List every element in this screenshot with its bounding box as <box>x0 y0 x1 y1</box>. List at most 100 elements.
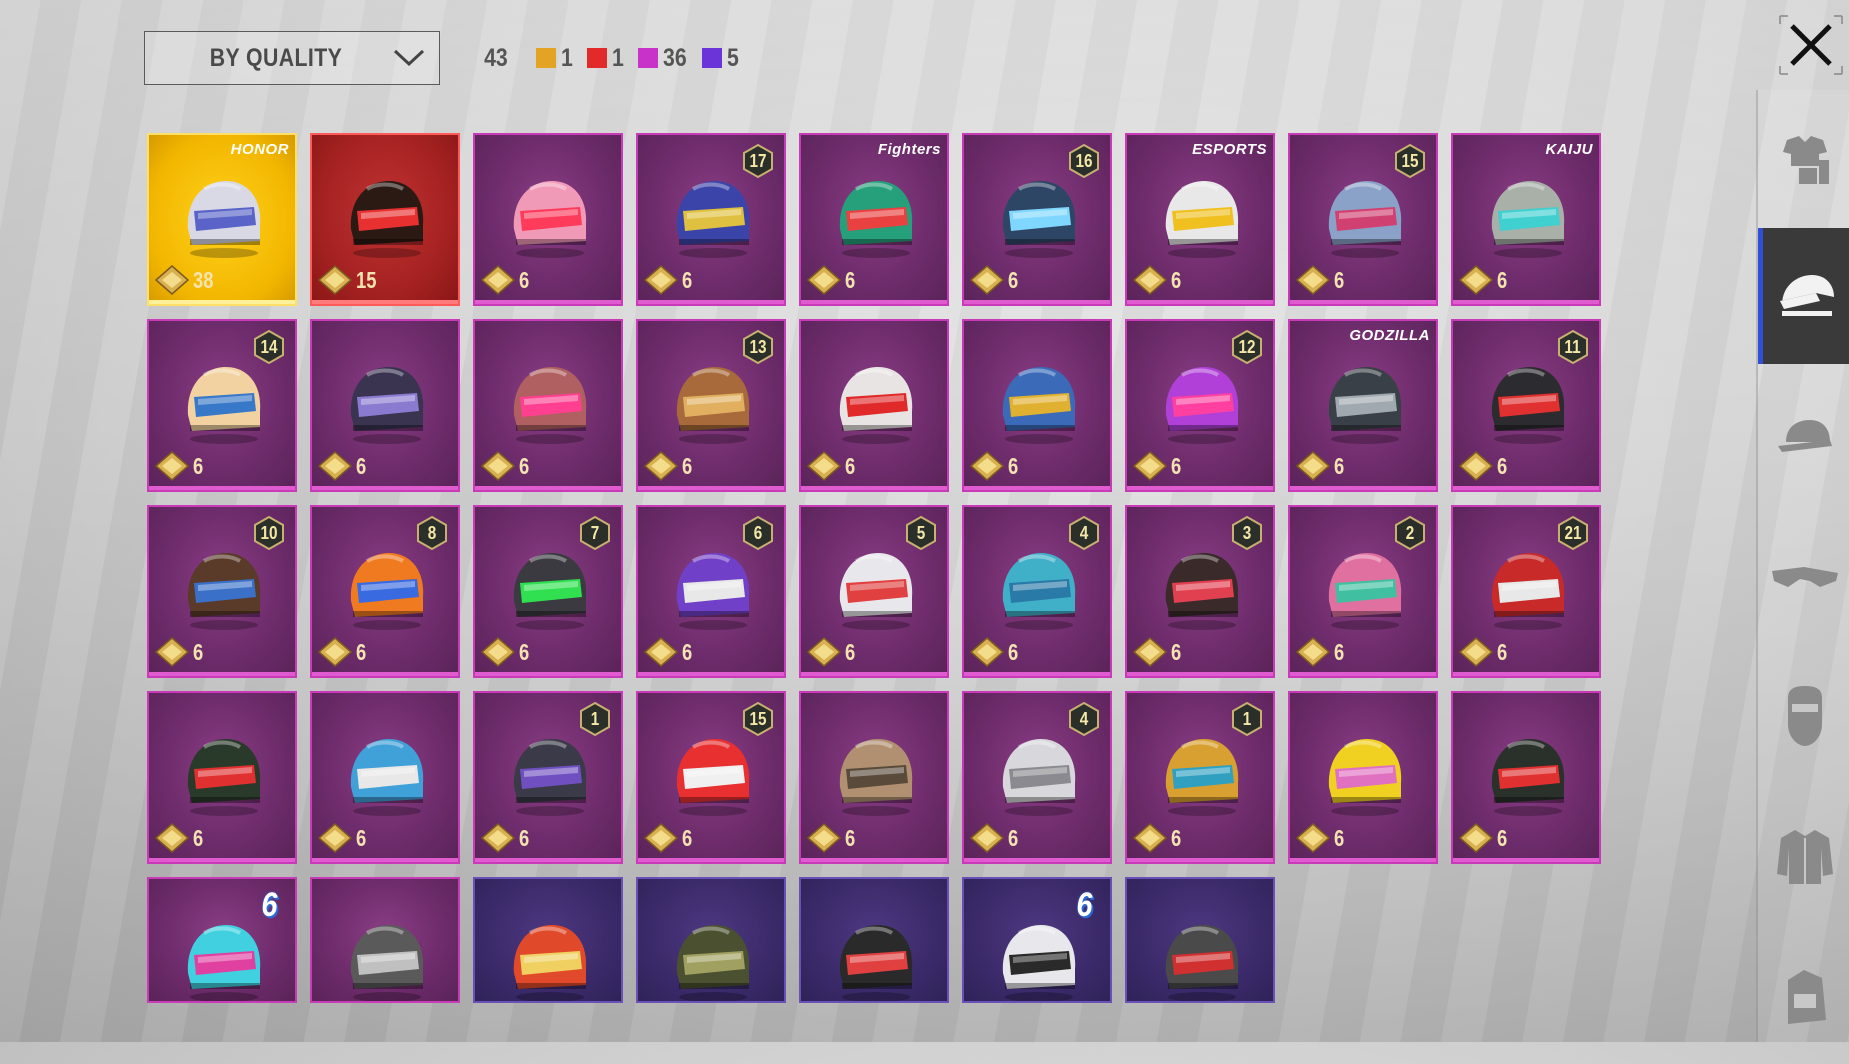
item-tile[interactable]: 6 <box>473 319 623 492</box>
currency-icon <box>644 451 678 481</box>
epic-count: 36 <box>662 43 687 72</box>
item-tile[interactable]: 6 <box>1288 691 1438 864</box>
brand-logo: ESPORTS <box>1192 141 1267 158</box>
item-tile[interactable]: HONOR 38 <box>147 133 297 306</box>
quality-strip <box>1453 858 1599 862</box>
currency-icon <box>970 823 1004 853</box>
item-tile[interactable]: 36 <box>1125 505 1275 678</box>
quality-filter-dropdown[interactable]: BY QUALITY <box>144 31 440 85</box>
price-value: 38 <box>193 266 214 293</box>
sidebar-item-glasses[interactable] <box>1758 508 1849 644</box>
item-tile[interactable]: 15 6 <box>636 691 786 864</box>
price-value: 6 <box>193 638 204 665</box>
quality-strip <box>1290 300 1436 304</box>
item-tile[interactable] <box>473 877 623 1003</box>
item-tile[interactable]: 6 <box>310 319 460 492</box>
item-tile[interactable]: 6 <box>799 691 949 864</box>
item-tile[interactable]: GODZILLA 6 <box>1288 319 1438 492</box>
item-tile[interactable]: 21 6 <box>1451 505 1601 678</box>
category-sidebar <box>1756 90 1849 1042</box>
badge-number: 6 <box>1075 885 1093 924</box>
quality-strip <box>475 672 621 676</box>
item-tile[interactable] <box>799 877 949 1003</box>
sidebar-item-helmet[interactable] <box>1758 228 1849 364</box>
sidebar-item-backpack[interactable] <box>1758 928 1849 1064</box>
item-tile[interactable] <box>1125 877 1275 1003</box>
item-tile[interactable]: 66 <box>636 505 786 678</box>
item-tile[interactable]: ESPORTS 6 <box>1125 133 1275 306</box>
level-badge: 7 <box>577 515 613 551</box>
item-tile[interactable] <box>636 877 786 1003</box>
item-price: 6 <box>970 450 1021 482</box>
item-tile[interactable]: 15 <box>310 133 460 306</box>
sidebar-item-hat[interactable] <box>1758 368 1849 504</box>
price-value: 6 <box>356 824 367 851</box>
item-tile[interactable]: 6 <box>962 877 1112 1003</box>
price-value: 6 <box>1008 824 1019 851</box>
quality-strip <box>312 672 458 676</box>
close-button[interactable] <box>1778 14 1844 76</box>
currency-icon <box>1133 637 1167 667</box>
item-tile[interactable]: 46 <box>962 691 1112 864</box>
price-value: 6 <box>845 266 856 293</box>
price-value: 6 <box>1171 638 1182 665</box>
currency-icon <box>970 265 1004 295</box>
item-tile[interactable]: Fighters 6 <box>799 133 949 306</box>
price-value: 6 <box>845 452 856 479</box>
item-tile[interactable]: 17 6 <box>636 133 786 306</box>
item-price: 6 <box>318 636 369 668</box>
item-price: 6 <box>970 264 1021 296</box>
item-tile[interactable]: 86 <box>310 505 460 678</box>
level-badge: 17 <box>740 143 776 179</box>
currency-icon <box>1459 823 1493 853</box>
item-tile[interactable]: 15 6 <box>1288 133 1438 306</box>
item-tile[interactable]: 6 <box>799 319 949 492</box>
rare-swatch <box>702 48 723 68</box>
badge-number: 12 <box>1238 336 1256 357</box>
badge-number: 21 <box>1564 522 1582 543</box>
item-price: 6 <box>481 450 532 482</box>
item-tile[interactable]: 6 <box>1451 691 1601 864</box>
badge-number: 8 <box>427 522 437 543</box>
quality-strip <box>964 486 1110 490</box>
item-price: 6 <box>481 636 532 668</box>
level-badge: 14 <box>251 329 287 365</box>
badge-number: 14 <box>260 336 278 357</box>
item-tile[interactable]: 13 6 <box>636 319 786 492</box>
sidebar-item-mask[interactable] <box>1758 648 1849 784</box>
item-tile[interactable]: 16 <box>1125 691 1275 864</box>
currency-icon <box>318 451 352 481</box>
price-value: 6 <box>682 452 693 479</box>
item-tile[interactable]: 6 <box>147 691 297 864</box>
item-tile[interactable] <box>310 877 460 1003</box>
currency-icon <box>1133 451 1167 481</box>
item-tile[interactable]: 14 6 <box>147 319 297 492</box>
level-badge: 4 <box>1066 515 1102 551</box>
item-price: 6 <box>155 636 206 668</box>
sidebar-item-jacket[interactable] <box>1758 788 1849 924</box>
helmet-image <box>839 739 913 816</box>
item-tile[interactable]: 12 6 <box>1125 319 1275 492</box>
sidebar-item-outfit[interactable] <box>1758 90 1849 226</box>
item-tile[interactable]: 26 <box>1288 505 1438 678</box>
item-price: 6 <box>318 822 369 854</box>
item-tile[interactable]: 6 <box>962 319 1112 492</box>
brand-logo: HONOR <box>230 141 289 158</box>
item-tile[interactable]: 76 <box>473 505 623 678</box>
item-tile[interactable]: 6 <box>147 877 297 1003</box>
currency-icon <box>481 451 515 481</box>
item-tile[interactable]: 6 <box>310 691 460 864</box>
quality-strip <box>801 858 947 862</box>
item-tile[interactable]: 16 6 <box>962 133 1112 306</box>
item-tile[interactable]: KAIJU 6 <box>1451 133 1601 306</box>
item-tile[interactable]: 46 <box>962 505 1112 678</box>
mythic-count: 1 <box>611 43 624 72</box>
currency-icon <box>1296 823 1330 853</box>
item-tile[interactable]: 56 <box>799 505 949 678</box>
item-tile[interactable]: 11 6 <box>1451 319 1601 492</box>
item-tile[interactable]: 6 <box>473 133 623 306</box>
item-tile[interactable]: 10 6 <box>147 505 297 678</box>
item-tile[interactable]: 16 <box>473 691 623 864</box>
quality-strip <box>638 858 784 862</box>
price-value: 6 <box>845 824 856 851</box>
